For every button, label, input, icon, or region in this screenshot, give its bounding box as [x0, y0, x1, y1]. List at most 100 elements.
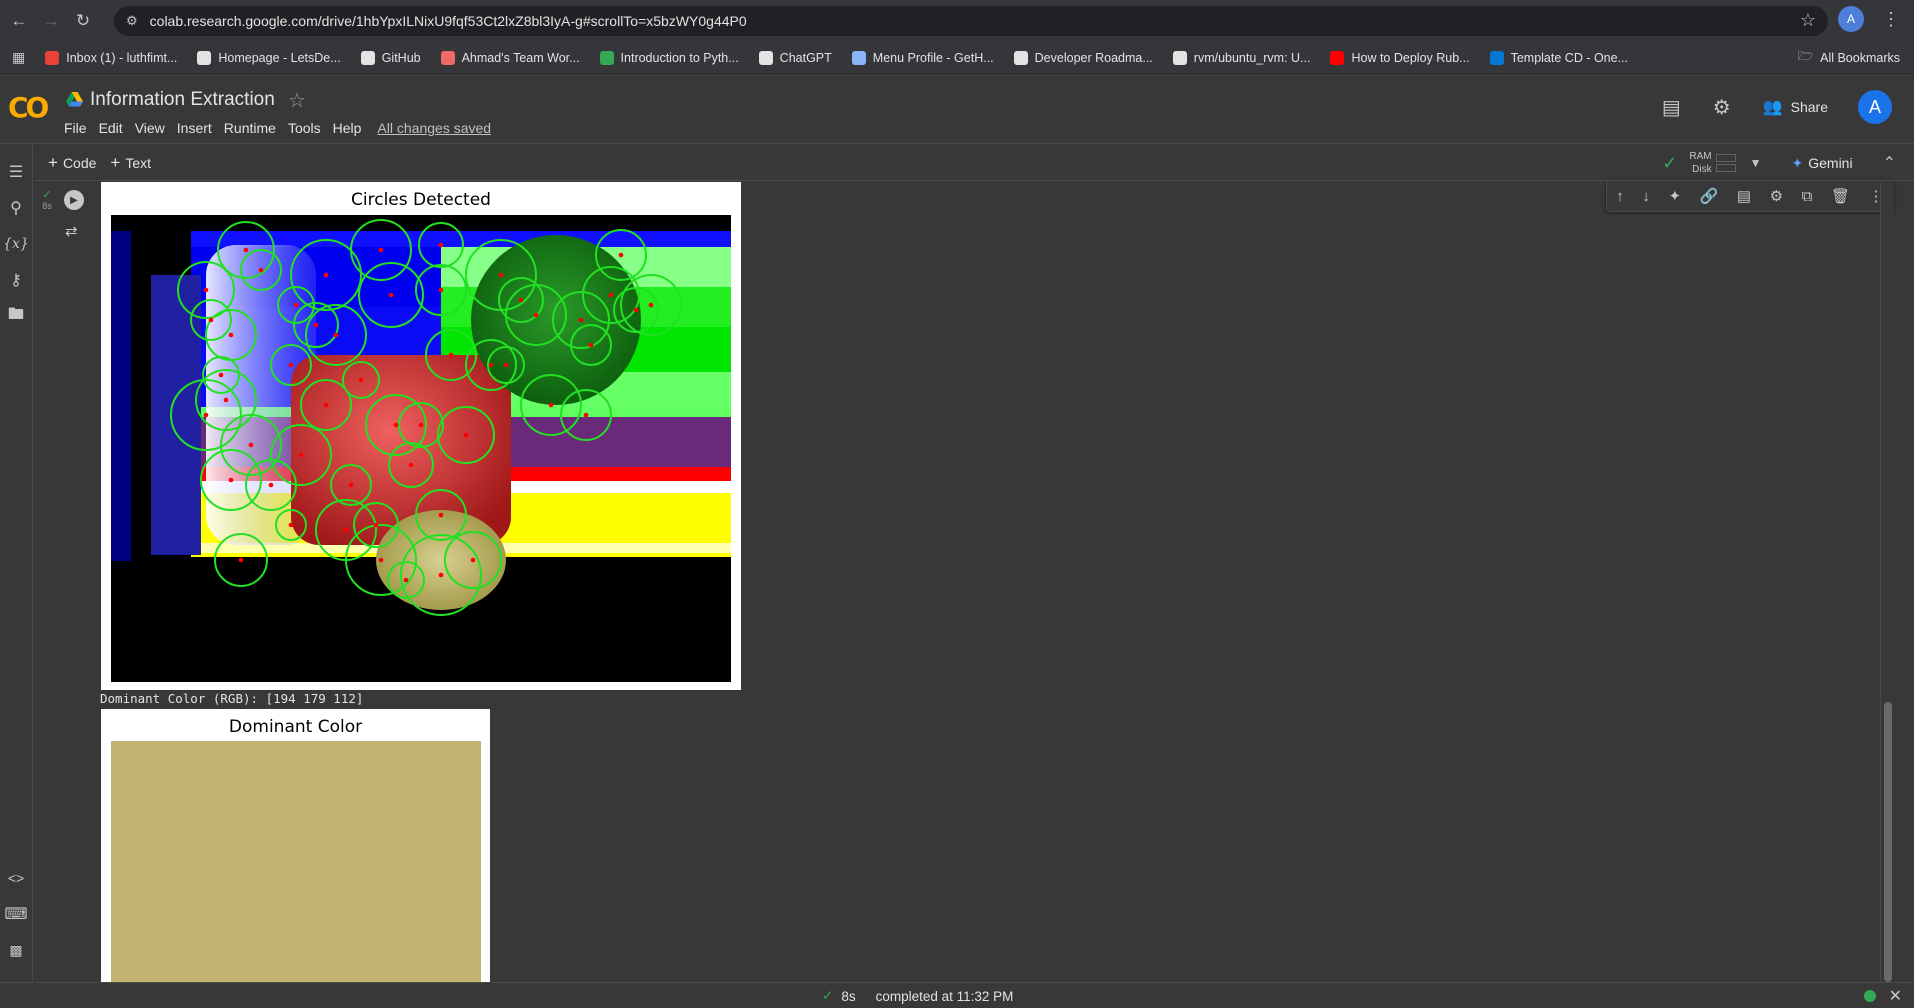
command-palette-icon[interactable]: ⌨ [4, 903, 27, 925]
comments-icon[interactable]: ▤ [1662, 95, 1681, 120]
success-check-icon: ✓ [42, 189, 52, 201]
bookmark-item[interactable]: Ahmad's Team Wor... [440, 50, 580, 65]
folder-icon: 🗁 [1797, 49, 1814, 63]
menu-insert[interactable]: Insert [177, 120, 212, 136]
bookmark-label: How to Deploy Rub... [1351, 50, 1470, 65]
bookmark-item[interactable]: GitHub [360, 50, 421, 65]
url-text[interactable]: colab.research.google.com/drive/1hbYpxIL… [150, 13, 747, 29]
circle-center-dot [378, 557, 384, 563]
circle-center-dot [343, 527, 349, 533]
table-of-contents-icon[interactable]: ☰ [5, 161, 27, 183]
close-status-icon[interactable]: ✕ [1889, 986, 1902, 1006]
address-bar[interactable]: ⚙ colab.research.google.com/drive/1hbYpx… [114, 6, 1828, 36]
terminal-icon[interactable]: ▩ [5, 939, 27, 961]
secrets-key-icon[interactable]: ⚷ [5, 269, 27, 291]
circle-center-dot [223, 397, 229, 403]
circle-center-dot [243, 247, 249, 253]
circle-center-dot [268, 482, 274, 488]
circle-center-dot [358, 377, 364, 383]
execution-status[interactable]: ✓ 8s completed at 11:32 PM [822, 988, 1013, 1004]
menu-file[interactable]: File [64, 120, 87, 136]
circle-center-dot [228, 332, 234, 338]
all-bookmarks-label: All Bookmarks [1820, 50, 1900, 65]
bookmark-item[interactable]: Menu Profile - GetH... [851, 50, 994, 65]
share-button[interactable]: 👥 Share [1763, 97, 1828, 117]
circle-center-dot [393, 422, 399, 428]
circle-center-dot [498, 272, 504, 278]
circle-center-dot [438, 572, 444, 578]
bookmark-item[interactable]: Developer Roadma... [1013, 50, 1153, 65]
youtube-icon [1330, 50, 1345, 65]
settings-gear-icon[interactable]: ⚙ [1713, 95, 1731, 120]
bookmark-item[interactable]: Homepage - LetsDe... [197, 50, 341, 65]
gemini-button[interactable]: ✦ Gemini [1792, 155, 1853, 172]
output-actions-icon[interactable]: ⇄ [65, 222, 78, 240]
circle-center-dot [533, 312, 539, 318]
bookmark-item[interactable]: Inbox (1) - luthfimt... [45, 50, 178, 65]
back-arrow-icon[interactable]: ← [6, 8, 32, 34]
gemini-label: Gemini [1808, 155, 1853, 171]
resource-bars [1715, 152, 1736, 174]
forward-arrow-icon[interactable]: → [38, 8, 64, 34]
scrollbar-thumb[interactable] [1884, 702, 1892, 982]
circle-center-dot [503, 362, 509, 368]
run-cell-button[interactable]: ▶ [64, 190, 84, 210]
add-code-label: Code [62, 154, 97, 171]
browser-profile-avatar[interactable]: A [1838, 6, 1864, 32]
circle-center-dot [578, 317, 584, 323]
google-drive-icon [66, 92, 83, 107]
disk-label: Disk [1692, 164, 1712, 175]
add-code-button[interactable]: + Code [48, 153, 96, 173]
ram-label: RAM [1689, 151, 1712, 162]
circle-center-dot [248, 442, 254, 448]
people-icon: 👥 [1762, 99, 1783, 116]
files-folder-icon[interactable]: 🖿 [5, 305, 27, 327]
connected-check-icon: ✓ [1662, 152, 1678, 173]
colab-logo[interactable]: CO [8, 91, 49, 124]
runtime-dropdown-icon[interactable]: ▼ [1750, 156, 1762, 170]
notebook-title[interactable]: Information Extraction [90, 89, 275, 111]
reload-icon[interactable]: ↻ [70, 8, 96, 34]
search-icon[interactable]: ⚲ [5, 197, 27, 219]
circle-center-dot [238, 557, 244, 563]
collapse-header-icon[interactable]: ⌃ [1883, 153, 1896, 173]
menu-help[interactable]: Help [333, 120, 362, 136]
menu-runtime[interactable]: Runtime [224, 120, 276, 136]
save-status-link[interactable]: All changes saved [377, 120, 491, 136]
circle-center-dot [518, 297, 524, 303]
circle-center-dot [583, 412, 589, 418]
apps-grid-icon[interactable]: ▦ [12, 49, 25, 66]
resource-monitor[interactable]: RAM Disk [1689, 150, 1711, 176]
bookmark-star-icon[interactable]: ☆ [1800, 10, 1816, 31]
cell-gutter: ✓ 8s ▶ ⇄ [34, 182, 100, 982]
variables-icon[interactable]: {x} [3, 233, 29, 255]
add-text-button[interactable]: + Text [110, 153, 151, 173]
roadmap-icon [1013, 50, 1028, 65]
browser-menu-icon[interactable]: ⋮ [1882, 9, 1900, 30]
circle-center-dot [288, 522, 294, 528]
bookmark-item[interactable]: rvm/ubuntu_rvm: U... [1172, 50, 1310, 65]
stdout-dominant-color: Dominant Color (RGB): [194 179 112] [100, 691, 364, 706]
circle-center-dot [463, 432, 469, 438]
menu-tools[interactable]: Tools [288, 120, 321, 136]
bookmark-label: Introduction to Pyth... [620, 50, 739, 65]
circle-center-dot [633, 307, 639, 313]
bookmark-item[interactable]: Introduction to Pyth... [599, 50, 739, 65]
bookmark-item[interactable]: Template CD - One... [1489, 50, 1628, 65]
circle-center-dot [373, 522, 379, 528]
vertical-scrollbar[interactable] [1880, 182, 1894, 982]
circle-center-dot [208, 317, 214, 323]
circle-center-dot [333, 332, 339, 338]
star-icon[interactable]: ☆ [288, 88, 306, 113]
all-bookmarks-folder[interactable]: 🗁 All Bookmarks [1798, 47, 1900, 68]
user-avatar[interactable]: A [1858, 90, 1892, 124]
menu-edit[interactable]: Edit [99, 120, 123, 136]
code-snippets-icon[interactable]: <> [5, 867, 27, 889]
bookmark-item[interactable]: How to Deploy Rub... [1330, 50, 1470, 65]
bookmark-item[interactable]: ChatGPT [758, 50, 832, 65]
completed-time: completed at 11:32 PM [875, 988, 1014, 1004]
menu-view[interactable]: View [135, 120, 165, 136]
bookmark-label: Inbox (1) - luthfimt... [66, 50, 178, 65]
circle-center-dot [203, 287, 209, 293]
site-settings-icon[interactable]: ⚙ [126, 13, 138, 29]
